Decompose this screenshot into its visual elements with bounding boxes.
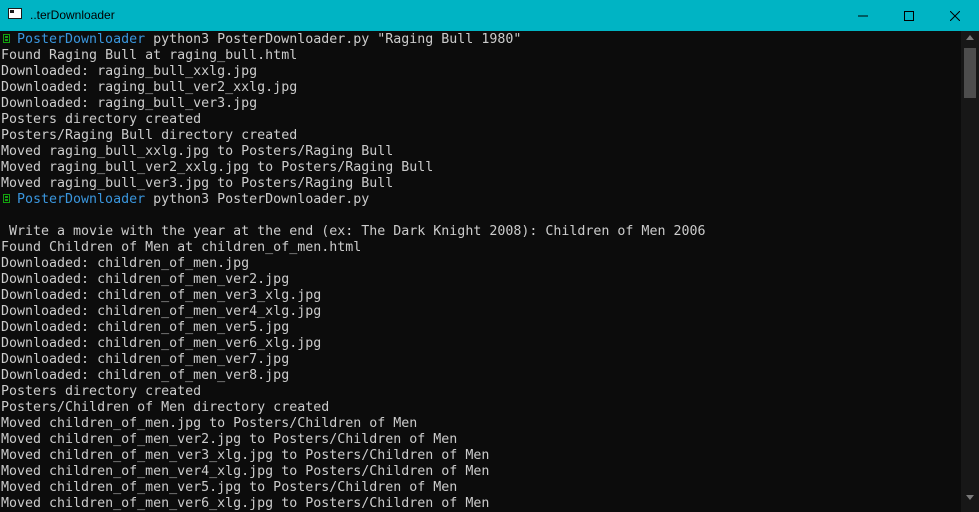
output-line: Posters directory created [1, 112, 202, 127]
prompt-folder-icon [3, 33, 10, 43]
output-line: Downloaded: children_of_men_ver6_xlg.jpg [1, 336, 322, 351]
output-line: Moved children_of_men_ver6_xlg.jpg to Po… [1, 496, 490, 511]
terminal-output[interactable]: PosterDownloader python3 PosterDownloade… [0, 31, 961, 512]
output-line: Downloaded: children_of_men.jpg [1, 256, 250, 271]
minimize-button[interactable] [840, 0, 885, 31]
maximize-icon [903, 10, 914, 21]
output-line: Downloaded: children_of_men_ver8.jpg [1, 368, 290, 383]
maximize-button[interactable] [886, 0, 931, 31]
window-title: ..terDownloader [30, 8, 115, 22]
close-button[interactable] [932, 0, 977, 31]
output-line: Posters directory created [1, 384, 202, 399]
vertical-scrollbar[interactable] [961, 31, 979, 512]
output-line: Downloaded: children_of_men_ver2.jpg [1, 272, 290, 287]
output-line: Write a movie with the year at the end (… [1, 224, 706, 239]
output-line: Downloaded: children_of_men_ver3_xlg.jpg [1, 288, 322, 303]
scroll-up-arrow-icon[interactable] [961, 35, 979, 45]
terminal-app-icon [8, 8, 22, 19]
output-line: Moved children_of_men_ver4_xlg.jpg to Po… [1, 464, 490, 479]
output-line: Downloaded: children_of_men_ver7.jpg [1, 352, 290, 367]
prompt-folder-icon [3, 193, 10, 203]
output-line: Found Children of Men at children_of_men… [1, 240, 362, 255]
minimize-icon [857, 15, 868, 16]
output-line: Downloaded: raging_bull_ver3.jpg [1, 96, 258, 111]
prompt-line: PosterDownloader python3 PosterDownloade… [1, 32, 521, 48]
close-icon [949, 10, 960, 21]
output-line: Moved children_of_men_ver5.jpg to Poster… [1, 480, 458, 495]
output-line: Moved raging_bull_ver2_xxlg.jpg to Poste… [1, 160, 434, 175]
output-line: Moved children_of_men.jpg to Posters/Chi… [1, 416, 418, 431]
output-line: Moved raging_bull_ver3.jpg to Posters/Ra… [1, 176, 394, 191]
scrollbar-thumb[interactable] [964, 48, 976, 98]
prompt-directory: PosterDownloader [17, 192, 146, 207]
output-line: Downloaded: raging_bull_ver2_xxlg.jpg [1, 80, 298, 95]
output-line: Moved raging_bull_xxlg.jpg to Posters/Ra… [1, 144, 394, 159]
output-line: Moved children_of_men_ver3_xlg.jpg to Po… [1, 448, 490, 463]
prompt-command: python3 PosterDownloader.py [145, 192, 370, 207]
output-line: Moved children_of_men_ver2.jpg to Poster… [1, 432, 458, 447]
output-line: Downloaded: children_of_men_ver4_xlg.jpg [1, 304, 322, 319]
prompt-command: python3 PosterDownloader.py "Raging Bull… [145, 32, 522, 47]
output-line: Posters/Children of Men directory create… [1, 400, 330, 415]
title-bar[interactable]: ..terDownloader [0, 0, 979, 31]
output-line: Posters/Raging Bull directory created [1, 128, 298, 143]
prompt-directory: PosterDownloader [17, 32, 146, 47]
output-line: Found Raging Bull at raging_bull.html [1, 48, 298, 63]
output-line: Downloaded: children_of_men_ver5.jpg [1, 320, 290, 335]
prompt-line: PosterDownloader python3 PosterDownloade… [1, 192, 369, 208]
output-line: Downloaded: raging_bull_xxlg.jpg [1, 64, 258, 79]
scroll-down-arrow-icon[interactable] [961, 495, 979, 505]
